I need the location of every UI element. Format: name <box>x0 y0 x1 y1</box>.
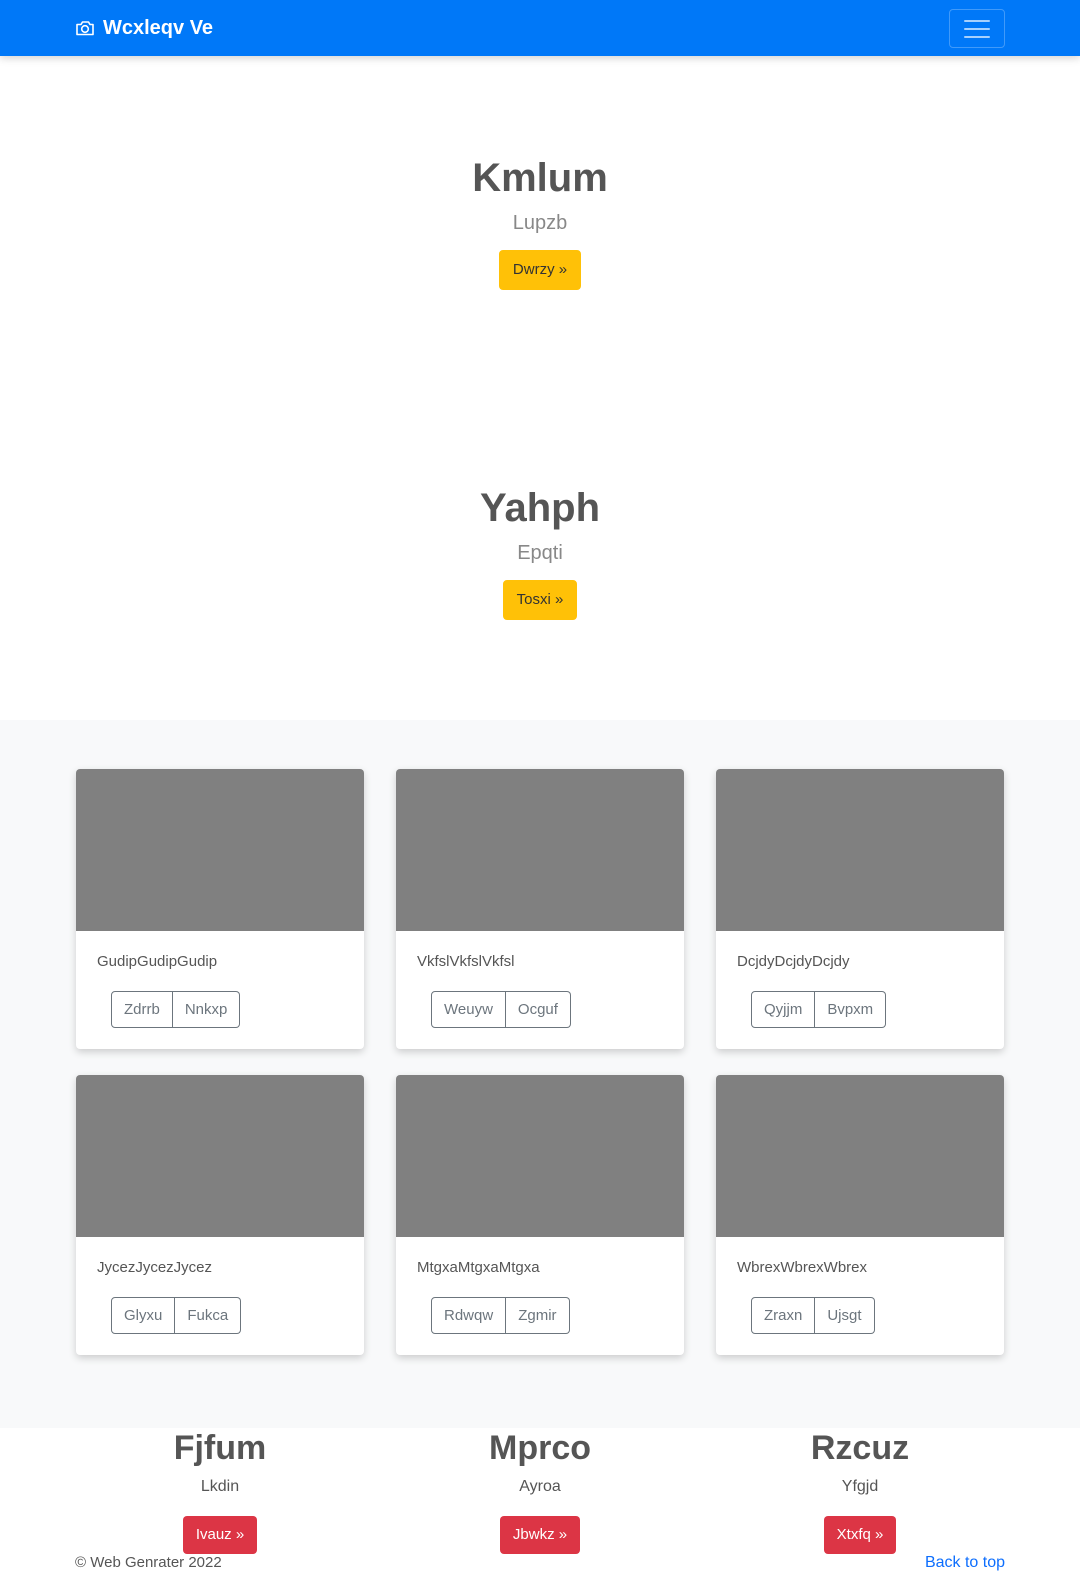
feature-title: Mprco <box>489 1429 591 1467</box>
navbar-toggle-button[interactable] <box>949 9 1005 48</box>
feature-title: Fjfum <box>173 1429 267 1467</box>
card-image-placeholder <box>716 769 1004 931</box>
card: JycezJycezJycez Glyxu Fukca <box>76 1075 364 1355</box>
hamburger-icon-bar <box>964 19 990 22</box>
feature-button[interactable]: Jbwkz » <box>499 1516 581 1554</box>
card-image-placeholder <box>396 769 684 931</box>
card: GudipGudipGudip Zdrrb Nnkxp <box>76 769 364 1049</box>
hamburger-icon-bar <box>964 35 990 38</box>
card-view-button[interactable]: Rdwqw <box>431 1297 507 1334</box>
card-edit-button[interactable]: Ocguf <box>505 991 571 1028</box>
hamburger-icon-bar <box>964 27 990 30</box>
card-text: JycezJycezJycez <box>97 1259 213 1276</box>
feature-text: Ayroa <box>519 1478 561 1495</box>
feature-text: Yfgjd <box>841 1478 879 1495</box>
footer-copyright: © Web Genrater 2022 <box>75 1554 222 1571</box>
feature-title: Rzcuz <box>810 1429 910 1467</box>
feature-text: Lkdin <box>200 1478 240 1495</box>
card-text: MtgxaMtgxaMtgxa <box>417 1259 540 1276</box>
card-view-button[interactable]: Qyjjm <box>751 991 816 1028</box>
feature-column: Mprco Ayroa Jbwkz » <box>360 1428 720 1554</box>
feature-button[interactable]: Xtxfq » <box>823 1516 897 1554</box>
card-view-button[interactable]: Glyxu <box>111 1297 176 1334</box>
card-button-group: Qyjjm Bvpxm <box>751 991 887 1028</box>
album-section: GudipGudipGudip Zdrrb Nnkxp VkfslVkfslVk… <box>0 720 1080 1428</box>
hero-subtitle: Lupzb <box>512 212 568 234</box>
card-edit-button[interactable]: Bvpxm <box>815 991 887 1028</box>
brand-label: Wcxleqv Ve <box>103 16 214 39</box>
feature-button[interactable]: Ivauz » <box>182 1516 258 1554</box>
card-view-button[interactable]: Zraxn <box>751 1297 816 1334</box>
hero-button[interactable]: Tosxi » <box>502 580 578 620</box>
card: VkfslVkfslVkfsl Weuyw Ocguf <box>396 769 684 1049</box>
feature-column: Fjfum Lkdin Ivauz » <box>40 1428 400 1554</box>
card-text: WbrexWbrexWbrex <box>737 1259 868 1276</box>
hero-section: Yahph Epqti Tosxi » <box>0 484 1080 620</box>
card-edit-button[interactable]: Nnkxp <box>172 991 241 1028</box>
card: MtgxaMtgxaMtgxa Rdwqw Zgmir <box>396 1075 684 1355</box>
hero-subtitle: Epqti <box>517 542 563 564</box>
card-button-group: Weuyw Ocguf <box>431 991 571 1028</box>
card-view-button[interactable]: Zdrrb <box>111 991 173 1028</box>
card-edit-button[interactable]: Fukca <box>175 1297 242 1334</box>
hero-title: Yahph <box>479 486 601 530</box>
card-image-placeholder <box>76 769 364 931</box>
card-image-placeholder <box>716 1075 1004 1237</box>
back-to-top-link[interactable]: Back to top <box>925 1554 1005 1572</box>
card-button-group: Glyxu Fukca <box>111 1297 242 1334</box>
navbar: Wcxleqv Ve <box>0 0 1080 56</box>
card-button-group: Rdwqw Zgmir <box>431 1297 570 1334</box>
card-text: GudipGudipGudip <box>97 953 218 970</box>
hero-button[interactable]: Dwrzy » <box>498 250 582 290</box>
camera-icon <box>76 21 94 36</box>
hero-section: Kmlum Lupzb Dwrzy » <box>0 154 1080 290</box>
card-image-placeholder <box>76 1075 364 1237</box>
card: WbrexWbrexWbrex Zraxn Ujsgt <box>716 1075 1004 1355</box>
card-text: DcjdyDcjdyDcjdy <box>737 953 850 970</box>
card-text: VkfslVkfslVkfsl <box>417 953 515 970</box>
feature-column: Rzcuz Yfgjd Xtxfq » <box>680 1428 1040 1554</box>
card-edit-button[interactable]: Zgmir <box>506 1297 570 1334</box>
card-edit-button[interactable]: Ujsgt <box>815 1297 875 1334</box>
card-button-group: Zraxn Ujsgt <box>751 1297 875 1334</box>
hero-title: Kmlum <box>472 156 608 200</box>
card-view-button[interactable]: Weuyw <box>431 991 506 1028</box>
card-image-placeholder <box>396 1075 684 1237</box>
card-button-group: Zdrrb Nnkxp <box>111 991 241 1028</box>
card: DcjdyDcjdyDcjdy Qyjjm Bvpxm <box>716 769 1004 1049</box>
navbar-brand[interactable]: Wcxleqv Ve <box>75 14 213 42</box>
